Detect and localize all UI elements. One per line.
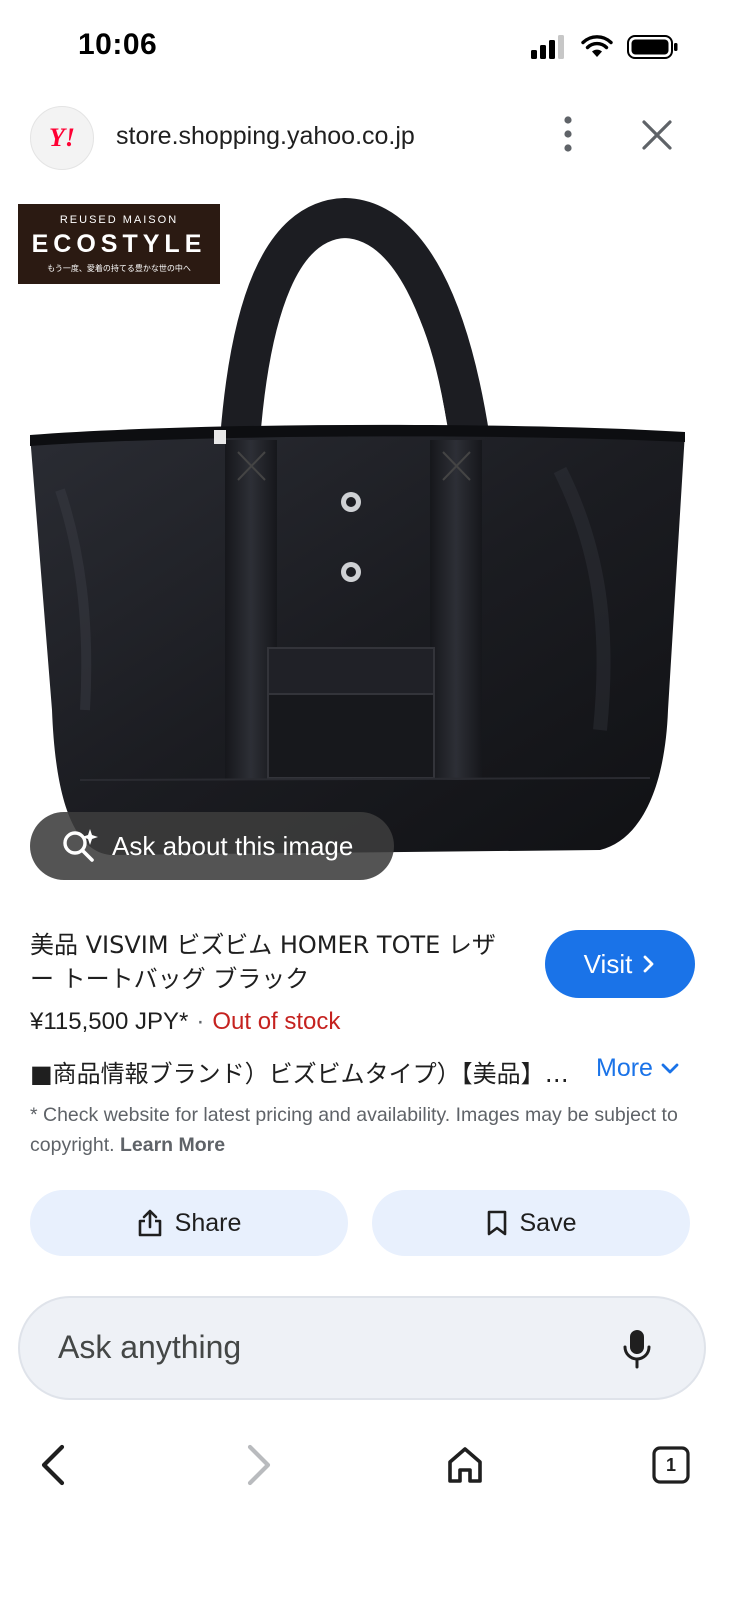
more-button-label: More [596,1054,653,1082]
product-title: 美品 VISVIM ビズビム HOMER TOTE レザー トートバッグ ブラッ… [30,931,496,993]
product-price: ¥115,500 JPY* [30,1008,189,1035]
price-separator: · [196,1008,205,1035]
home-icon [448,1447,482,1483]
product-image[interactable]: REUSED MAISON ECOSTYLE もう一度、愛着の持てる豊かな世の中… [0,190,739,890]
tab-count: 1 [665,1454,676,1475]
shop-logo-main-text: ECOSTYLE [31,230,207,258]
home-button[interactable] [440,1440,490,1490]
back-arrow-icon [41,1444,65,1486]
cellular-signal-icon [531,35,564,59]
lens-sparkle-icon [63,829,98,862]
learn-more-link[interactable]: Learn More [120,1134,225,1156]
share-icon [138,1209,161,1237]
ask-about-image-button[interactable]: Ask about this image [30,812,394,880]
microphone-icon[interactable] [622,1328,652,1370]
visit-button-label: Visit [583,948,633,979]
battery-icon [627,35,678,59]
disclaimer: * Check website for latest pricing and a… [30,1100,710,1160]
ask-about-image-label: Ask about this image [112,830,354,861]
forward-button[interactable] [234,1440,284,1490]
wifi-icon [581,35,613,57]
ask-anything-placeholder: Ask anything [58,1329,242,1365]
status-time: 10:06 [78,28,158,61]
visit-button[interactable]: Visit [545,930,695,998]
chevron-right-icon [643,955,654,973]
shop-logo-tagline: もう一度、愛着の持てる豊かな世の中へ [47,264,191,273]
site-favicon: Y! [30,106,94,170]
back-button[interactable] [28,1440,78,1490]
status-icons [531,34,679,60]
bookmark-icon [487,1210,506,1236]
more-options-icon[interactable] [556,114,580,154]
tote-bag-image [30,197,685,855]
shop-logo-top-text: REUSED MAISON [59,214,179,226]
ask-anything-input[interactable]: Ask anything [18,1296,706,1400]
chevron-down-icon [661,1063,679,1073]
price-row: ¥115,500 JPY* · Out of stock [30,1008,340,1036]
url-header: Y! store.shopping.yahoo.co.jp [0,96,739,186]
tab-switcher-button[interactable]: 1 [646,1440,696,1490]
close-icon[interactable] [640,118,674,152]
status-bar: 10:06 [0,0,739,96]
more-button[interactable]: More [596,1054,679,1083]
share-button-label: Share [174,1208,242,1237]
bottom-navigation: 1 [0,1420,739,1600]
stock-status: Out of stock [212,1008,341,1035]
save-button[interactable]: Save [372,1190,690,1256]
forward-arrow-icon [247,1444,271,1486]
product-description: ■商品情報ブランド）ビズビムタイプ）【美品】トートバッグ [30,1060,578,1088]
url-text[interactable]: store.shopping.yahoo.co.jp [116,122,415,151]
yahoo-logo: Y! [49,123,75,152]
shop-logo-badge: REUSED MAISON ECOSTYLE もう一度、愛着の持てる豊かな世の中… [18,204,220,284]
save-button-label: Save [519,1208,577,1237]
share-button[interactable]: Share [30,1190,348,1256]
